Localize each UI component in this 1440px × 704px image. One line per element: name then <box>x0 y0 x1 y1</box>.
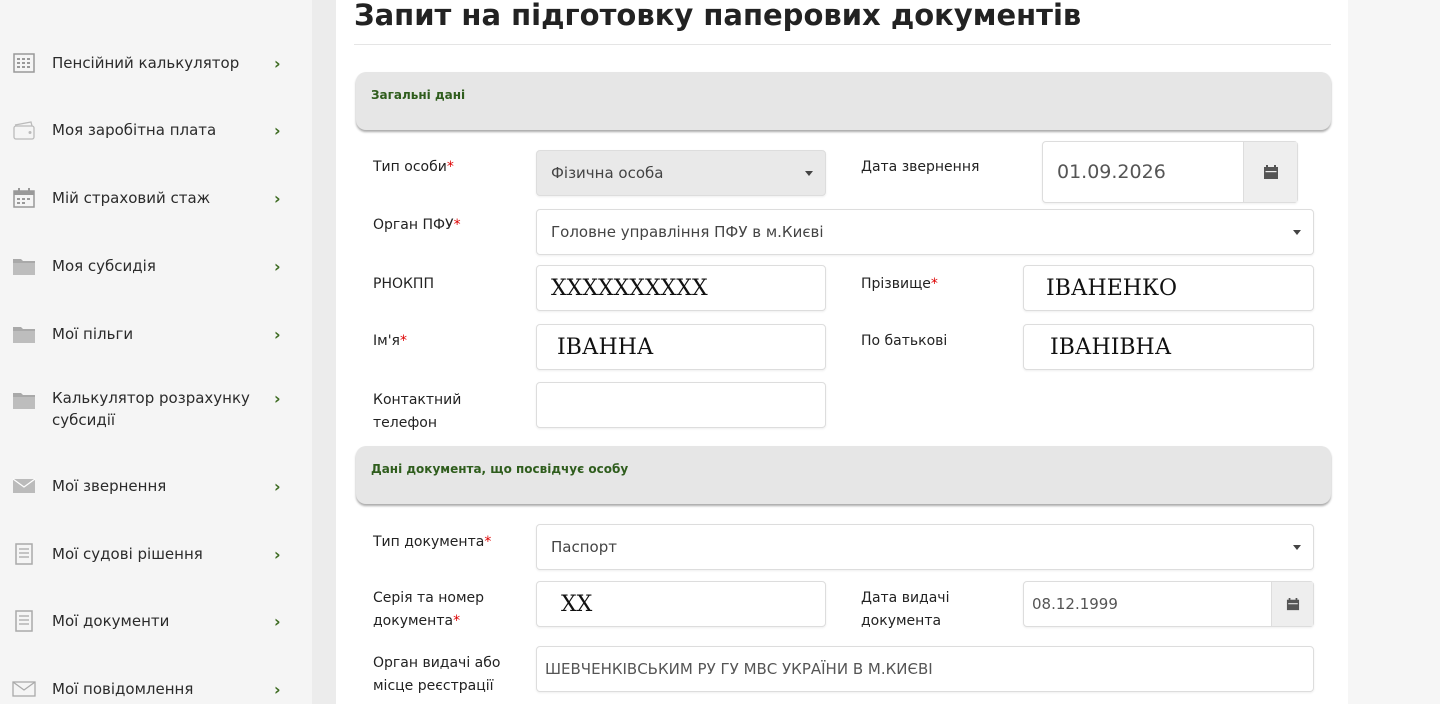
rnokpp-label: РНОКПП <box>373 276 434 292</box>
sidebar-item-label: Мої документи <box>52 612 170 630</box>
calculator-icon <box>12 52 36 74</box>
surname-label: Прізвище* <box>861 276 938 292</box>
sidebar-item-label: Мої звернення <box>52 477 167 495</box>
person-type-label: Тип особи* <box>373 159 454 175</box>
document-icon <box>12 543 36 565</box>
section-header-general: Загальні дані <box>356 72 1331 130</box>
issuer-input[interactable]: ШЕВЧЕНКІВСЬКИМ РУ ГУ МВС УКРАЇНИ В М.КИЄ… <box>536 646 1314 692</box>
phone-input[interactable] <box>536 382 826 428</box>
patronymic-label: По батькові <box>861 333 948 349</box>
sidebar-item-insurance-record[interactable]: Мій страховий стаж › <box>0 185 312 211</box>
chevron-right-icon: › <box>274 324 281 344</box>
caret-down-icon <box>1293 545 1301 550</box>
calendar-button[interactable] <box>1271 582 1313 626</box>
issuer-label: Орган видачі або місце реєстрації <box>373 655 501 694</box>
surname-input[interactable]: ІВАНЕНКО <box>1023 265 1314 311</box>
issue-date-field[interactable]: 08.12.1999 <box>1023 581 1314 627</box>
document-icon <box>12 610 36 632</box>
section-title: Дані документа, що посвідчує особу <box>371 462 629 476</box>
envelope-icon <box>12 475 36 497</box>
sidebar-item-label: Мої повідомлення <box>52 680 194 698</box>
sidebar-item-subsidy-calculator[interactable]: Калькулятор розрахунку субсидії › <box>0 387 312 435</box>
sidebar-item-label: Моя заробітна плата <box>52 121 217 139</box>
folder-icon <box>12 255 36 277</box>
pfu-body-select[interactable]: Головне управління ПФУ в м.Києві <box>536 209 1314 255</box>
pfu-body-label: Орган ПФУ* <box>373 217 461 233</box>
chevron-right-icon: › <box>274 53 281 73</box>
doc-number-input[interactable]: XX <box>536 581 826 627</box>
rnokpp-input[interactable]: XXXXXXXXXX <box>536 265 826 311</box>
chevron-right-icon: › <box>274 679 281 699</box>
right-margin <box>1348 0 1440 704</box>
chevron-right-icon: › <box>274 256 281 276</box>
page-title: Запит на підготовку паперових документів <box>354 0 1082 32</box>
person-type-select[interactable]: Фізична особа <box>536 150 826 196</box>
wallet-icon <box>12 119 36 141</box>
caret-down-icon <box>805 171 813 176</box>
calendar-button[interactable] <box>1243 142 1297 202</box>
sidebar-item-label: Мої судові рішення <box>52 545 203 563</box>
sidebar-item-pension-calculator[interactable]: Пенсійний калькулятор › <box>0 50 312 76</box>
sidebar-item-documents[interactable]: Мої документи › <box>0 608 312 634</box>
doc-number-label: Серія та номер документа* <box>373 590 485 629</box>
sidebar-item-label: Мій страховий стаж <box>52 189 211 207</box>
envelope-outline-icon <box>12 678 36 700</box>
main-content: Запит на підготовку паперових документів… <box>336 0 1348 704</box>
first-name-input[interactable]: ІВАННА <box>536 324 826 370</box>
sidebar-item-label: Пенсійний калькулятор <box>52 54 240 72</box>
doc-type-label: Тип документа* <box>373 534 492 550</box>
title-divider <box>354 44 1331 45</box>
sidebar-item-salary[interactable]: Моя заробітна плата › <box>0 117 312 143</box>
chevron-right-icon: › <box>274 476 281 496</box>
chevron-right-icon: › <box>274 389 281 408</box>
chevron-right-icon: › <box>274 544 281 564</box>
calendar-icon <box>1286 597 1299 610</box>
caret-down-icon <box>1293 230 1301 235</box>
sidebar-item-label: Мої пільги <box>52 325 134 343</box>
request-date-field[interactable]: 01.09.2026 <box>1042 141 1298 203</box>
phone-label: Контактний телефон <box>373 392 462 431</box>
calendar-icon <box>12 187 36 209</box>
folder-icon <box>12 323 36 345</box>
chevron-right-icon: › <box>274 120 281 140</box>
sidebar-item-label: Моя субсидія <box>52 257 156 275</box>
sidebar-item-notifications[interactable]: Мої повідомлення › <box>0 676 312 702</box>
first-name-label: Ім'я* <box>373 333 407 349</box>
patronymic-input[interactable]: ІВАНІВНА <box>1023 324 1314 370</box>
section-header-identity-document: Дані документа, що посвідчує особу <box>356 446 1331 504</box>
sidebar-item-benefits[interactable]: Мої пільги › <box>0 321 312 347</box>
sidebar-item-subsidy[interactable]: Моя субсидія › <box>0 253 312 279</box>
request-date-label: Дата звернення <box>861 159 980 175</box>
chevron-right-icon: › <box>274 188 281 208</box>
calendar-icon <box>1263 164 1278 179</box>
sidebar-item-appeals[interactable]: Мої звернення › <box>0 473 312 499</box>
doc-type-select[interactable]: Паспорт <box>536 524 1314 570</box>
folder-icon <box>12 389 36 411</box>
section-title: Загальні дані <box>371 88 466 102</box>
chevron-right-icon: › <box>274 611 281 631</box>
sidebar-item-label: Калькулятор розрахунку субсидії <box>52 389 250 429</box>
issue-date-label: Дата видачі документа <box>861 590 950 629</box>
sidebar-gutter <box>312 0 336 704</box>
sidebar-item-court-decisions[interactable]: Мої судові рішення › <box>0 541 312 567</box>
sidebar: Пенсійний калькулятор › Моя заробітна пл… <box>0 0 312 704</box>
